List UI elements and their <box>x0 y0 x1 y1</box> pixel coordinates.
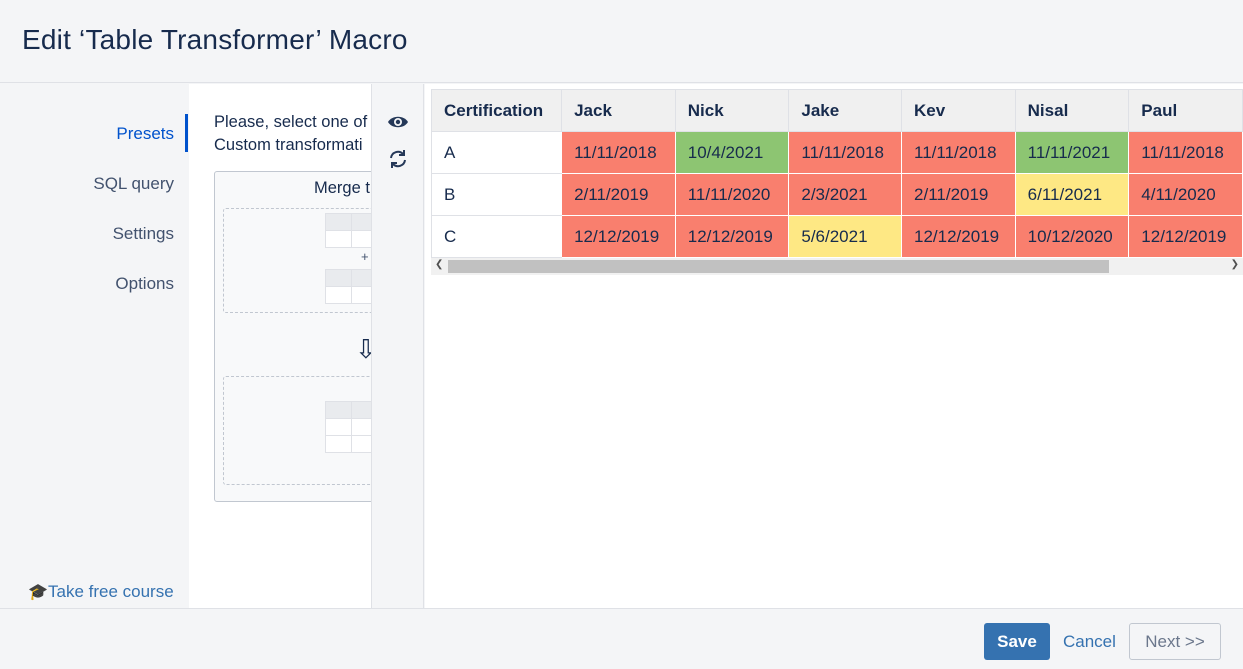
eye-icon[interactable] <box>387 111 409 133</box>
table-cell: 12/12/2019 <box>901 215 1016 258</box>
sidebar-item-options[interactable]: Options <box>115 274 174 294</box>
presets-description-line1: Please, select one of <box>214 113 368 131</box>
merge-card-title: Merge t <box>314 179 370 197</box>
table-cell: 5/6/2021 <box>788 215 903 258</box>
table-cell: 12/12/2019 <box>561 215 676 258</box>
table-row: B 2/11/2019 11/11/2020 2/3/2021 2/11/201… <box>431 173 1243 216</box>
result-table-container: Certification Jack Nick Jake Kev Nisal P… <box>431 89 1243 258</box>
sidebar-nav: Presets SQL query Settings Options 🎓Take… <box>0 84 189 608</box>
scroll-right-icon[interactable]: ❯ <box>1231 259 1239 270</box>
course-label: Take free course <box>48 582 174 601</box>
table-cell: 2/11/2019 <box>901 173 1016 216</box>
next-button[interactable]: Next >> <box>1129 623 1221 660</box>
column-header[interactable]: Nick <box>674 89 790 132</box>
mini-table-icon <box>325 269 371 304</box>
dialog-title: Edit ‘Table Transformer’ Macro <box>22 24 408 55</box>
dialog-footer: Save Cancel Next >> <box>0 608 1243 669</box>
row-label: A <box>431 131 562 174</box>
mini-table-icon <box>325 213 371 248</box>
table-cell: 11/11/2018 <box>1128 131 1243 174</box>
mini-table-icon <box>325 401 371 453</box>
scrollbar-thumb[interactable] <box>448 260 1109 273</box>
scroll-left-icon[interactable]: ❮ <box>435 259 443 270</box>
presets-description-line2: Custom transformati <box>214 136 363 154</box>
save-button[interactable]: Save <box>984 623 1050 660</box>
graduation-cap-icon: 🎓 <box>28 584 48 601</box>
column-header[interactable]: Nisal <box>1014 89 1130 132</box>
table-cell: 2/3/2021 <box>788 173 903 216</box>
table-row: C 12/12/2019 12/12/2019 5/6/2021 12/12/2… <box>431 215 1243 258</box>
sidebar-item-settings[interactable]: Settings <box>113 224 174 244</box>
cancel-button[interactable]: Cancel <box>1063 632 1116 652</box>
table-row: A 11/11/2018 10/4/2021 11/11/2018 11/11/… <box>431 131 1243 174</box>
presets-description: Please, select one of Custom transformat… <box>214 111 371 157</box>
row-label: C <box>431 215 562 258</box>
row-label: B <box>431 173 562 216</box>
table-cell: 6/11/2021 <box>1014 173 1130 216</box>
dialog-header: Edit ‘Table Transformer’ Macro <box>0 0 1243 83</box>
table-cell: 10/12/2020 <box>1014 215 1130 258</box>
column-header[interactable]: Jake <box>788 89 903 132</box>
table-cell: 11/11/2020 <box>674 173 790 216</box>
column-header[interactable]: Certification <box>431 89 563 132</box>
table-cell: 11/11/2018 <box>561 131 676 174</box>
table-cell: 12/12/2019 <box>674 215 790 258</box>
table-header-row: Certification Jack Nick Jake Kev Nisal P… <box>431 89 1243 132</box>
sidebar-item-presets[interactable]: Presets <box>116 124 174 144</box>
column-header[interactable]: Jack <box>561 89 676 132</box>
horizontal-scrollbar[interactable]: ❮ ❯ <box>431 258 1243 275</box>
take-free-course-link[interactable]: 🎓Take free course <box>28 582 174 602</box>
sidebar-item-sql-query[interactable]: SQL query <box>93 174 174 194</box>
active-indicator <box>185 114 188 152</box>
table-cell: 4/11/2020 <box>1128 173 1243 216</box>
table-cell: 11/11/2021 <box>1014 131 1130 174</box>
arrow-down-icon: ⇩ <box>355 334 371 365</box>
table-preview: Certification Jack Nick Jake Kev Nisal P… <box>425 84 1243 608</box>
presets-panel: Please, select one of Custom transformat… <box>189 84 372 608</box>
result-table: Certification Jack Nick Jake Kev Nisal P… <box>431 89 1243 258</box>
plus-sign: + <box>361 249 369 264</box>
preview-toolbar <box>372 84 424 608</box>
refresh-icon[interactable] <box>387 148 409 170</box>
merge-preset-card[interactable]: Merge t + ⇩ <box>214 171 371 502</box>
input-tables-box: + <box>223 208 371 313</box>
table-cell: 10/4/2021 <box>674 131 790 174</box>
table-cell: 12/12/2019 <box>1128 215 1243 258</box>
column-header[interactable]: Paul <box>1128 89 1243 132</box>
column-header[interactable]: Kev <box>901 89 1016 132</box>
table-cell: 2/11/2019 <box>561 173 676 216</box>
output-table-box <box>223 376 371 485</box>
table-cell: 11/11/2018 <box>901 131 1016 174</box>
table-cell: 11/11/2018 <box>788 131 903 174</box>
